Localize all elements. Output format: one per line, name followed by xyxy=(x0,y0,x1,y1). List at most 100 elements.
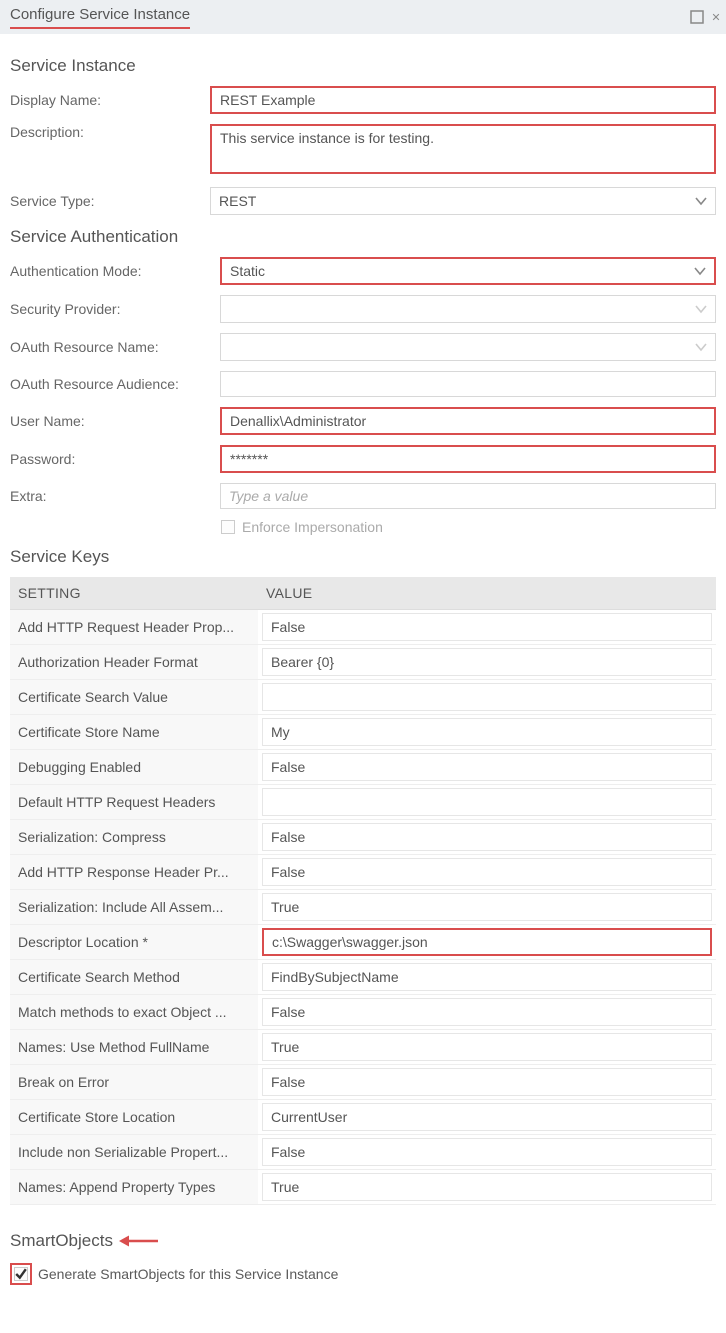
enforce-impersonation-label: Enforce Impersonation xyxy=(242,519,383,535)
value-input[interactable] xyxy=(262,858,712,886)
setting-cell: Default HTTP Request Headers xyxy=(10,785,258,820)
value-cell xyxy=(258,1065,716,1100)
value-input[interactable] xyxy=(262,753,712,781)
section-service-instance: Service Instance xyxy=(10,56,716,76)
section-service-keys: Service Keys xyxy=(10,547,716,567)
value-input[interactable] xyxy=(262,1068,712,1096)
extra-input[interactable] xyxy=(220,483,716,509)
setting-cell: Include non Serializable Propert... xyxy=(10,1135,258,1170)
col-value: VALUE xyxy=(258,577,716,610)
table-row: Certificate Store Location xyxy=(10,1100,716,1135)
table-row: Match methods to exact Object ... xyxy=(10,995,716,1030)
table-row: Include non Serializable Propert... xyxy=(10,1135,716,1170)
setting-cell: Names: Use Method FullName xyxy=(10,1030,258,1065)
oauth-audience-label: OAuth Resource Audience: xyxy=(10,376,220,392)
auth-mode-value: Static xyxy=(230,263,265,279)
title-bar: Configure Service Instance xyxy=(0,0,726,34)
setting-cell: Add HTTP Request Header Prop... xyxy=(10,610,258,645)
chevron-down-icon xyxy=(692,263,708,279)
description-input[interactable]: This service instance is for testing. xyxy=(210,124,716,174)
table-row: Authorization Header Format xyxy=(10,645,716,680)
oauth-audience-input[interactable] xyxy=(220,371,716,397)
value-input[interactable] xyxy=(262,683,712,711)
setting-cell: Descriptor Location * xyxy=(10,925,258,960)
setting-cell: Certificate Search Method xyxy=(10,960,258,995)
service-type-value: REST xyxy=(219,193,256,209)
close-icon[interactable] xyxy=(712,8,720,26)
chevron-down-icon xyxy=(693,193,709,209)
maximize-icon[interactable] xyxy=(688,8,706,26)
extra-label: Extra: xyxy=(10,488,220,504)
display-name-label: Display Name: xyxy=(10,92,210,108)
security-provider-select[interactable] xyxy=(220,295,716,323)
display-name-input[interactable] xyxy=(210,86,716,114)
table-row: Certificate Store Name xyxy=(10,715,716,750)
user-name-label: User Name: xyxy=(10,413,220,429)
setting-cell: Names: Append Property Types xyxy=(10,1170,258,1205)
value-cell xyxy=(258,715,716,750)
table-row: Names: Append Property Types xyxy=(10,1170,716,1205)
table-row: Add HTTP Response Header Pr... xyxy=(10,855,716,890)
setting-cell: Certificate Store Location xyxy=(10,1100,258,1135)
generate-smartobjects-label: Generate SmartObjects for this Service I… xyxy=(38,1266,338,1282)
value-input[interactable] xyxy=(262,928,712,956)
value-input[interactable] xyxy=(262,1033,712,1061)
setting-cell: Debugging Enabled xyxy=(10,750,258,785)
auth-mode-label: Authentication Mode: xyxy=(10,263,220,279)
value-input[interactable] xyxy=(262,998,712,1026)
value-input[interactable] xyxy=(262,1103,712,1131)
value-input[interactable] xyxy=(262,893,712,921)
description-label: Description: xyxy=(10,124,210,140)
setting-cell: Certificate Search Value xyxy=(10,680,258,715)
value-input[interactable] xyxy=(262,1138,712,1166)
table-row: Descriptor Location * xyxy=(10,925,716,960)
value-input[interactable] xyxy=(262,823,712,851)
table-row: Break on Error xyxy=(10,1065,716,1100)
setting-cell: Serialization: Compress xyxy=(10,820,258,855)
value-cell xyxy=(258,1135,716,1170)
setting-cell: Break on Error xyxy=(10,1065,258,1100)
value-cell xyxy=(258,855,716,890)
setting-cell: Certificate Store Name xyxy=(10,715,258,750)
table-row: Names: Use Method FullName xyxy=(10,1030,716,1065)
table-row: Certificate Search Method xyxy=(10,960,716,995)
value-input[interactable] xyxy=(262,1173,712,1201)
oauth-resource-label: OAuth Resource Name: xyxy=(10,339,220,355)
service-keys-table: SETTING VALUE Add HTTP Request Header Pr… xyxy=(10,577,716,1205)
table-row: Serialization: Include All Assem... xyxy=(10,890,716,925)
user-name-input[interactable] xyxy=(220,407,716,435)
enforce-impersonation-checkbox[interactable] xyxy=(220,519,236,535)
auth-mode-select[interactable]: Static xyxy=(220,257,716,285)
value-cell xyxy=(258,995,716,1030)
value-cell xyxy=(258,750,716,785)
table-row: Serialization: Compress xyxy=(10,820,716,855)
oauth-resource-select[interactable] xyxy=(220,333,716,361)
value-cell xyxy=(258,960,716,995)
value-cell xyxy=(258,680,716,715)
table-row: Debugging Enabled xyxy=(10,750,716,785)
setting-cell: Serialization: Include All Assem... xyxy=(10,890,258,925)
value-cell xyxy=(258,1100,716,1135)
password-input[interactable] xyxy=(220,445,716,473)
service-type-label: Service Type: xyxy=(10,193,210,209)
service-type-select[interactable]: REST xyxy=(210,187,716,215)
value-input[interactable] xyxy=(262,718,712,746)
chevron-down-icon xyxy=(693,301,709,317)
value-input[interactable] xyxy=(262,963,712,991)
value-input[interactable] xyxy=(262,788,712,816)
value-input[interactable] xyxy=(262,613,712,641)
table-row: Default HTTP Request Headers xyxy=(10,785,716,820)
table-row: Certificate Search Value xyxy=(10,680,716,715)
generate-smartobjects-highlight xyxy=(10,1263,32,1285)
section-service-auth: Service Authentication xyxy=(10,227,716,247)
value-input[interactable] xyxy=(262,648,712,676)
setting-cell: Match methods to exact Object ... xyxy=(10,995,258,1030)
password-label: Password: xyxy=(10,451,220,467)
security-provider-label: Security Provider: xyxy=(10,301,220,317)
value-cell xyxy=(258,645,716,680)
generate-smartobjects-checkbox[interactable] xyxy=(13,1266,29,1282)
value-cell xyxy=(258,1170,716,1205)
value-cell xyxy=(258,785,716,820)
value-cell xyxy=(258,890,716,925)
setting-cell: Add HTTP Response Header Pr... xyxy=(10,855,258,890)
